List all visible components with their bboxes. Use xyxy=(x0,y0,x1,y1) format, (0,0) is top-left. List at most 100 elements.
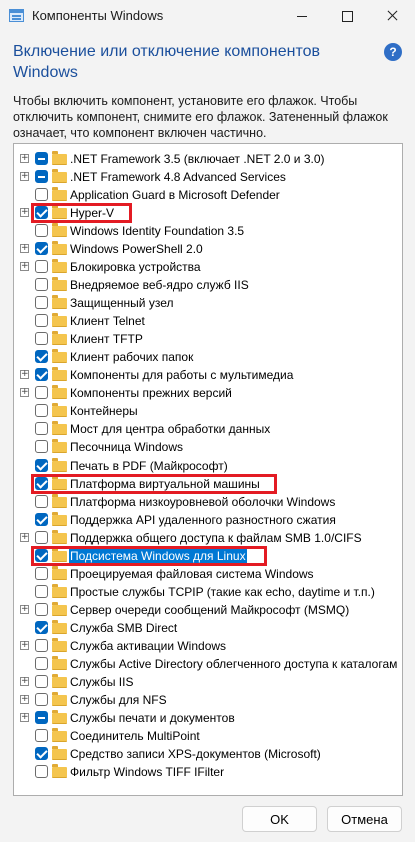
feature-row[interactable]: Контейнеры xyxy=(14,402,402,420)
feature-checkbox[interactable] xyxy=(35,224,48,238)
feature-checkbox[interactable] xyxy=(35,530,48,544)
feature-row[interactable]: Служба SMB Direct xyxy=(14,619,402,637)
feature-label[interactable]: Клиент рабочих папок xyxy=(69,349,194,365)
feature-row[interactable]: + Службы IIS xyxy=(14,673,402,691)
feature-checkbox[interactable] xyxy=(35,296,48,310)
feature-checkbox[interactable] xyxy=(35,620,48,634)
expand-icon[interactable]: + xyxy=(20,604,29,614)
ok-button[interactable]: OK xyxy=(242,806,317,832)
feature-label[interactable]: Простые службы TCPIP (такие как echo, da… xyxy=(69,584,376,600)
feature-row[interactable]: + Службы для NFS xyxy=(14,691,402,709)
expand-icon[interactable]: + xyxy=(20,262,29,272)
close-icon[interactable] xyxy=(370,0,414,32)
expand-icon[interactable]: + xyxy=(20,154,29,163)
feature-row[interactable]: + Поддержка общего доступа к файлам SMB 1… xyxy=(14,529,402,547)
help-icon[interactable]: ? xyxy=(384,43,402,61)
feature-label[interactable]: .NET Framework 3.5 (включает .NET 2.0 и … xyxy=(69,151,326,167)
feature-checkbox[interactable] xyxy=(35,674,48,688)
feature-checkbox[interactable] xyxy=(35,422,48,436)
feature-row[interactable]: + Службы печати и документов xyxy=(14,709,402,727)
feature-checkbox[interactable] xyxy=(35,638,48,652)
feature-label[interactable]: Windows PowerShell 2.0 xyxy=(69,241,204,257)
expand-icon[interactable]: + xyxy=(20,712,29,722)
feature-row[interactable]: + Блокировка устройства xyxy=(14,258,402,276)
maximize-icon[interactable] xyxy=(325,0,369,32)
feature-label[interactable]: Компоненты прежних версий xyxy=(69,385,233,401)
feature-row[interactable]: Соединитель MultiPoint xyxy=(14,727,402,745)
feature-label[interactable]: Контейнеры xyxy=(69,403,139,419)
feature-row[interactable]: Защищенный узел xyxy=(14,294,402,312)
expand-icon[interactable]: + xyxy=(20,640,29,650)
expand-icon[interactable]: + xyxy=(20,208,29,218)
feature-checkbox[interactable] xyxy=(35,692,48,706)
feature-label[interactable]: Песочница Windows xyxy=(69,439,184,455)
feature-checkbox[interactable] xyxy=(35,512,48,526)
feature-checkbox[interactable] xyxy=(35,152,48,165)
feature-label[interactable]: Windows Identity Foundation 3.5 xyxy=(69,223,245,239)
feature-label[interactable]: Службы IIS xyxy=(69,674,134,690)
expand-icon[interactable]: + xyxy=(20,694,29,704)
feature-checkbox[interactable] xyxy=(35,188,48,202)
feature-checkbox[interactable] xyxy=(35,404,48,418)
feature-row[interactable]: Клиент Telnet xyxy=(14,312,402,330)
feature-label[interactable]: Службы Active Directory облегченного дос… xyxy=(69,656,398,672)
feature-row[interactable]: Фильтр Windows TIFF IFilter xyxy=(14,763,402,781)
feature-label[interactable]: Application Guard в Microsoft Defender xyxy=(69,187,281,203)
feature-row[interactable]: + .NET Framework 4.8 Advanced Services xyxy=(14,168,402,186)
feature-row[interactable]: Мост для центра обработки данных xyxy=(14,420,402,438)
feature-row[interactable]: Средство записи XPS-документов (Microsof… xyxy=(14,745,402,763)
feature-label[interactable]: Служба SMB Direct xyxy=(69,620,178,636)
feature-checkbox[interactable] xyxy=(35,368,48,382)
feature-label[interactable]: Компоненты для работы с мультимедиа xyxy=(69,367,294,383)
feature-checkbox[interactable] xyxy=(35,314,48,328)
expand-icon[interactable]: + xyxy=(20,244,29,254)
feature-checkbox[interactable] xyxy=(35,494,48,508)
feature-label[interactable]: Клиент TFTP xyxy=(69,331,144,347)
feature-checkbox[interactable] xyxy=(35,656,48,670)
feature-checkbox[interactable] xyxy=(35,746,48,760)
feature-label[interactable]: Блокировка устройства xyxy=(69,259,202,275)
expand-icon[interactable]: + xyxy=(20,532,29,542)
feature-checkbox[interactable] xyxy=(35,242,48,256)
feature-label[interactable]: Службы печати и документов xyxy=(69,710,236,726)
feature-row[interactable]: + Служба активации Windows xyxy=(14,637,402,655)
feature-checkbox[interactable] xyxy=(35,170,48,184)
feature-label[interactable]: Клиент Telnet xyxy=(69,313,146,329)
feature-row[interactable]: Клиент рабочих папок xyxy=(14,348,402,366)
feature-checkbox[interactable] xyxy=(35,332,48,346)
feature-label[interactable]: Соединитель MultiPoint xyxy=(69,728,201,744)
feature-checkbox[interactable] xyxy=(35,602,48,616)
features-tree[interactable]: + .NET Framework 3.5 (включает .NET 2.0 и… xyxy=(13,143,403,796)
feature-label[interactable]: Служба активации Windows xyxy=(69,638,227,654)
minimize-icon[interactable] xyxy=(280,0,324,32)
feature-row[interactable]: Клиент TFTP xyxy=(14,330,402,348)
feature-row[interactable]: Поддержка API удаленного разностного сжа… xyxy=(14,511,402,529)
feature-row[interactable]: Печать в PDF (Майкрософт) xyxy=(14,457,402,475)
feature-label[interactable]: Службы для NFS xyxy=(69,692,168,708)
feature-row[interactable]: Проецируемая файловая система Windows xyxy=(14,565,402,583)
feature-label[interactable]: Печать в PDF (Майкрософт) xyxy=(69,458,229,474)
feature-row[interactable]: Application Guard в Microsoft Defender xyxy=(14,186,402,204)
cancel-button[interactable]: Отмена xyxy=(327,806,402,832)
feature-label[interactable]: Мост для центра обработки данных xyxy=(69,421,271,437)
feature-checkbox[interactable] xyxy=(35,350,48,364)
feature-checkbox[interactable] xyxy=(35,386,48,400)
feature-checkbox[interactable] xyxy=(35,458,48,472)
feature-label[interactable]: Платформа низкоуровневой оболочки Window… xyxy=(69,494,336,510)
feature-label[interactable]: Фильтр Windows TIFF IFilter xyxy=(69,764,225,780)
feature-checkbox[interactable] xyxy=(35,710,48,724)
feature-row[interactable]: + Сервер очереди сообщений Майкрософт (MS… xyxy=(14,601,402,619)
feature-checkbox[interactable] xyxy=(35,278,48,292)
feature-row[interactable]: + Windows PowerShell 2.0 xyxy=(14,240,402,258)
feature-label[interactable]: Средство записи XPS-документов (Microsof… xyxy=(69,746,322,762)
feature-checkbox[interactable] xyxy=(35,260,48,274)
feature-label[interactable]: .NET Framework 4.8 Advanced Services xyxy=(69,169,287,185)
feature-row[interactable]: + .NET Framework 3.5 (включает .NET 2.0 и… xyxy=(14,150,402,168)
expand-icon[interactable]: + xyxy=(20,370,29,380)
expand-icon[interactable]: + xyxy=(20,172,29,182)
feature-row[interactable]: + Компоненты прежних версий xyxy=(14,384,402,402)
feature-checkbox[interactable] xyxy=(35,440,48,454)
expand-icon[interactable]: + xyxy=(20,388,29,398)
feature-row[interactable]: Службы Active Directory облегченного дос… xyxy=(14,655,402,673)
feature-checkbox[interactable] xyxy=(35,765,48,779)
